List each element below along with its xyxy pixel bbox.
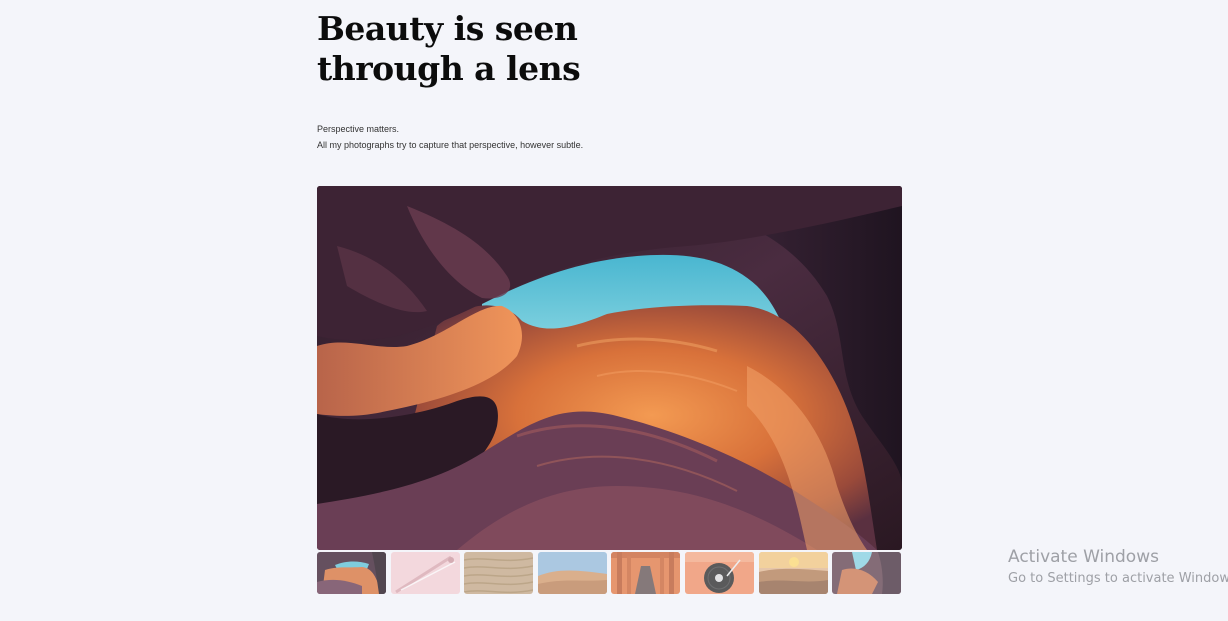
- thumbnail-antelope-canyon[interactable]: [317, 552, 386, 594]
- thumbnail-strip: [317, 552, 902, 594]
- desert-sunset-thumbnail-image: [758, 552, 828, 594]
- hero-photo[interactable]: [317, 186, 902, 550]
- watermark-subtitle: Go to Settings to activate Windows.: [1008, 571, 1228, 586]
- thumbnail-pink-curler[interactable]: [390, 552, 460, 594]
- pink-eyelash-curler-thumbnail-image: [390, 552, 460, 594]
- thumbnail-torii-gates[interactable]: [611, 552, 681, 594]
- page-title: Beauty is seen through a lens: [317, 9, 657, 89]
- page-title-line-1: Beauty is seen: [317, 9, 578, 48]
- antelope-canyon-thumbnail-image: [317, 552, 386, 594]
- thumbnail-turntable[interactable]: [684, 552, 754, 594]
- antelope-canyon-photo: [317, 186, 902, 550]
- thumbnail-desert-sunset[interactable]: [758, 552, 828, 594]
- page-title-line-2: through a lens: [317, 49, 581, 88]
- canyon-rock-thumbnail-image: [832, 552, 902, 594]
- page: Beauty is seen through a lens Perspectiv…: [0, 0, 1228, 621]
- turntable-record-thumbnail-image: [684, 552, 754, 594]
- thumbnail-sand-ripples[interactable]: [464, 552, 534, 594]
- activate-windows-watermark: Activate Windows Go to Settings to activ…: [1008, 546, 1228, 589]
- thumbnail-canyon-rock[interactable]: [832, 552, 902, 594]
- intro-line-1: Perspective matters.: [317, 124, 400, 134]
- intro-line-2: All my photographs try to capture that p…: [317, 140, 584, 150]
- orange-torii-gates-thumbnail-image: [611, 552, 681, 594]
- sand-ripples-thumbnail-image: [464, 552, 534, 594]
- intro-text: Perspective matters. All my photographs …: [317, 121, 583, 153]
- desert-dunes-thumbnail-image: [537, 552, 607, 594]
- thumbnail-desert-dunes[interactable]: [537, 552, 607, 594]
- watermark-title: Activate Windows: [1008, 547, 1159, 567]
